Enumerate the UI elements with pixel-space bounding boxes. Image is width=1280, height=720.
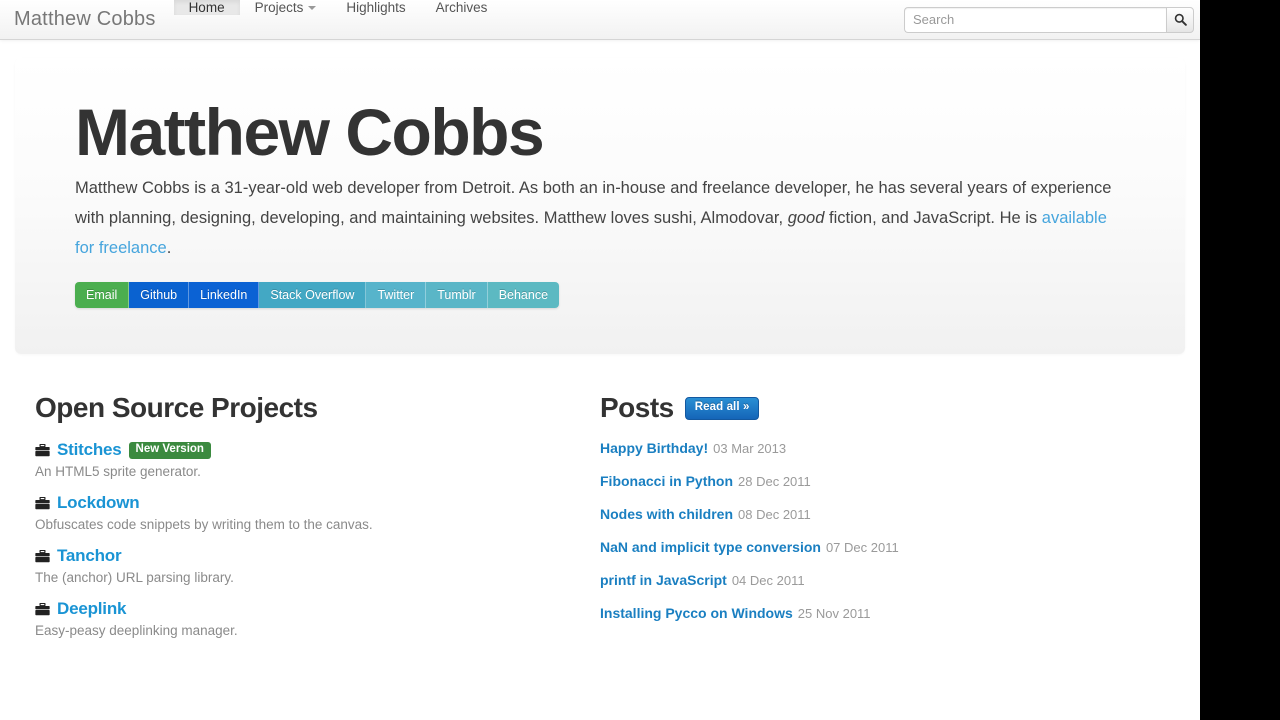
hero-bio: Matthew Cobbs is a 31-year-old web devel… [75,173,1120,263]
project-header: Deeplink [35,599,600,619]
nav-list: Home Projects Highlights Archives [173,0,503,39]
social-button-email[interactable]: Email [75,282,130,309]
project-description: Obfuscates code snippets by writing them… [35,517,373,533]
nav-item-projects[interactable]: Projects [240,0,332,15]
post-date: 07 Dec 2011 [825,540,899,556]
project-item: Deeplink Easy-peasy deeplinking manager. [35,599,600,638]
post-date: 28 Dec 2011 [738,474,811,490]
hero-bio-part3: . [166,239,172,258]
project-link-deeplink[interactable]: Deeplink [57,599,126,619]
project-link-lockdown[interactable]: Lockdown [57,493,140,513]
posts-list: Happy Birthday! 03 Mar 2013 Fibonacci in P… [600,440,1165,623]
search-icon [1174,13,1187,26]
content-row: Open Source Projects Stitches New Version… [0,392,1200,652]
nav-item-projects-label: Projects [254,0,304,15]
post-date: 04 Dec 2011 [731,573,805,589]
navbar-right [904,0,1200,39]
post-item: Nodes with children 08 Dec 2011 [600,506,1165,524]
social-button-linkedin[interactable]: LinkedIn [189,282,260,309]
nav-list-item: Archives [421,0,503,39]
post-item: printf in JavaScript 04 Dec 2011 [600,572,1165,590]
briefcase-icon [35,602,50,616]
post-item: Installing Pycco on Windows 25 Nov 2011 [600,605,1165,623]
project-header: Tanchor [35,546,600,566]
post-date: 25 Nov 2011 [797,606,871,622]
nav-item-archives[interactable]: Archives [421,0,503,15]
project-description: An HTML5 sprite generator. [35,464,201,480]
nav-item-archives-label: Archives [435,0,488,15]
social-button-stack-overflow[interactable]: Stack Overflow [259,282,367,309]
post-date: 08 Dec 2011 [738,507,811,523]
nav-list-item: Highlights [331,0,420,39]
project-description: The (anchor) URL parsing library. [35,570,234,586]
briefcase-icon [35,443,50,457]
nav-item-home[interactable]: Home [173,0,240,15]
projects-list: Stitches New Version An HTML5 sprite gener… [35,440,600,638]
project-link-stitches[interactable]: Stitches [57,440,122,460]
search-form [904,6,1194,33]
posts-column: Posts Read all » Happy Birthday! 03 Mar 2… [600,392,1165,652]
post-link[interactable]: Fibonacci in Python [600,473,733,489]
page-title: Matthew Cobbs [75,95,545,169]
nav-item-home-label: Home [188,0,225,15]
briefcase-icon [35,549,50,563]
post-date: 03 Mar 2013 [713,441,787,457]
hero-bio-emphasis: good [787,209,825,228]
post-link[interactable]: Nodes with children [600,506,733,522]
posts-heading: Posts Read all » [600,392,1165,424]
projects-column: Open Source Projects Stitches New Version… [35,392,600,652]
new-version-badge: New Version [128,442,211,459]
hero-jumbotron: Matthew Cobbs Matthew Cobbs is a 31-year… [15,58,1185,355]
project-item: Stitches New Version An HTML5 sprite gener… [35,440,600,479]
social-button-behance[interactable]: Behance [487,282,560,309]
social-button-tumblr[interactable]: Tumblr [426,282,488,309]
nav-item-highlights[interactable]: Highlights [331,0,420,15]
post-item: Happy Birthday! 03 Mar 2013 [600,440,1165,458]
read-all-button[interactable]: Read all » [684,397,760,420]
hero-bio-part2: fiction, and JavaScript. He is [824,209,1042,228]
project-header: Lockdown [35,493,600,513]
project-item: Lockdown Obfuscates code snippets by writ… [35,493,600,532]
posts-heading-label: Posts [600,392,674,424]
nav-list-item: Projects [240,0,332,39]
chevron-down-icon [308,5,317,10]
post-link[interactable]: printf in JavaScript [600,572,727,588]
brand-link[interactable]: Matthew Cobbs [0,0,174,39]
nav-list-item: Home [173,0,240,39]
social-button-github[interactable]: Github [129,282,190,309]
project-description: Easy-peasy deeplinking manager. [35,623,238,639]
project-item: Tanchor The (anchor) URL parsing library. [35,546,600,585]
projects-heading: Open Source Projects [35,392,318,424]
briefcase-icon [35,496,50,510]
post-item: Fibonacci in Python 28 Dec 2011 [600,473,1165,491]
search-button[interactable] [1166,6,1194,33]
post-link[interactable]: NaN and implicit type conversion [600,539,821,555]
nav-item-highlights-label: Highlights [346,0,406,15]
project-link-tanchor[interactable]: Tanchor [57,546,122,566]
search-input[interactable] [904,6,1166,33]
post-item: NaN and implicit type conversion 07 Dec 2… [600,539,1165,557]
project-header: Stitches New Version [35,440,600,460]
social-button-twitter[interactable]: Twitter [366,282,427,309]
post-link[interactable]: Installing Pycco on Windows [600,605,793,621]
browser-viewport: Matthew Cobbs Home Projects Highlights A… [0,0,1200,720]
navbar: Matthew Cobbs Home Projects Highlights A… [0,0,1200,40]
post-link[interactable]: Happy Birthday! [600,440,708,456]
social-button-group: Email Github LinkedIn Stack Overflow Twitter… [75,282,560,309]
